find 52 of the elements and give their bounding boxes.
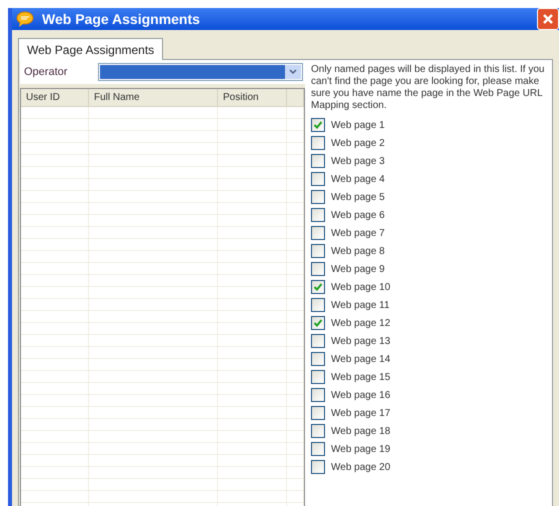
checkbox-label[interactable]: Web page 2 bbox=[331, 136, 385, 150]
checkbox-label[interactable]: Web page 3 bbox=[331, 154, 385, 168]
column-header[interactable]: User ID bbox=[21, 89, 89, 106]
checkbox-label[interactable]: Web page 15 bbox=[331, 370, 390, 384]
checkbox-label[interactable]: Web page 16 bbox=[331, 388, 390, 402]
checkbox[interactable] bbox=[311, 424, 325, 438]
close-icon bbox=[542, 13, 554, 25]
checkbox-label[interactable]: Web page 20 bbox=[331, 460, 390, 474]
column-header[interactable]: Full Name bbox=[89, 89, 218, 106]
checkbox[interactable] bbox=[311, 442, 325, 456]
info-text: Only named pages will be displayed in this list. If you can't find the page you are looking for, please make sure you have name the page in the Web Page URL Mapping section. bbox=[311, 64, 546, 112]
checkbox-label[interactable]: Web page 8 bbox=[331, 244, 385, 258]
checkbox[interactable] bbox=[311, 298, 325, 312]
checkbox[interactable] bbox=[311, 388, 325, 402]
checkbox-label[interactable]: Web page 13 bbox=[331, 334, 390, 348]
checkbox[interactable] bbox=[311, 172, 325, 186]
close-button[interactable] bbox=[537, 8, 559, 30]
checkbox[interactable] bbox=[311, 118, 325, 132]
checkbox[interactable] bbox=[311, 352, 325, 366]
checkbox[interactable] bbox=[311, 190, 325, 204]
checkbox-label[interactable]: Web page 17 bbox=[331, 406, 390, 420]
checkbox-label[interactable]: Web page 4 bbox=[331, 172, 385, 186]
checkbox-label[interactable]: Web page 18 bbox=[331, 424, 390, 438]
checkbox-label[interactable]: Web page 10 bbox=[331, 280, 390, 294]
operator-label: Operator bbox=[23, 64, 68, 80]
checkbox[interactable] bbox=[311, 334, 325, 348]
checkbox-label[interactable]: Web page 19 bbox=[331, 442, 390, 456]
tab[interactable]: Web Page Assignments bbox=[18, 38, 164, 60]
operator-dropdown[interactable] bbox=[98, 63, 303, 81]
checkbox[interactable] bbox=[311, 262, 325, 276]
checkbox[interactable] bbox=[311, 406, 325, 420]
checkbox[interactable] bbox=[311, 208, 325, 222]
checkbox-label[interactable]: Web page 11 bbox=[331, 298, 390, 312]
checkbox[interactable] bbox=[311, 244, 325, 258]
window-title: Web Page Assignments bbox=[42, 10, 200, 29]
checkbox-label[interactable]: Web page 5 bbox=[331, 190, 385, 204]
checkbox-label[interactable]: Web page 6 bbox=[331, 208, 385, 222]
column-header[interactable]: Position bbox=[218, 89, 287, 106]
checkbox[interactable] bbox=[311, 370, 325, 384]
checkbox[interactable] bbox=[311, 460, 325, 474]
chat-bubble-icon bbox=[16, 11, 34, 27]
checkbox-label[interactable]: Web page 9 bbox=[331, 262, 385, 276]
checkbox[interactable] bbox=[311, 154, 325, 168]
checkbox[interactable] bbox=[311, 136, 325, 150]
checkbox[interactable] bbox=[311, 316, 325, 330]
checkbox-label[interactable]: Web page 1 bbox=[331, 118, 385, 132]
chevron-down-icon bbox=[285, 65, 301, 79]
checkbox-label[interactable]: Web page 12 bbox=[331, 316, 390, 330]
checkbox-label[interactable]: Web page 7 bbox=[331, 226, 385, 240]
checkbox[interactable] bbox=[311, 226, 325, 240]
checkbox[interactable] bbox=[311, 280, 325, 294]
checkbox-label[interactable]: Web page 14 bbox=[331, 352, 390, 366]
